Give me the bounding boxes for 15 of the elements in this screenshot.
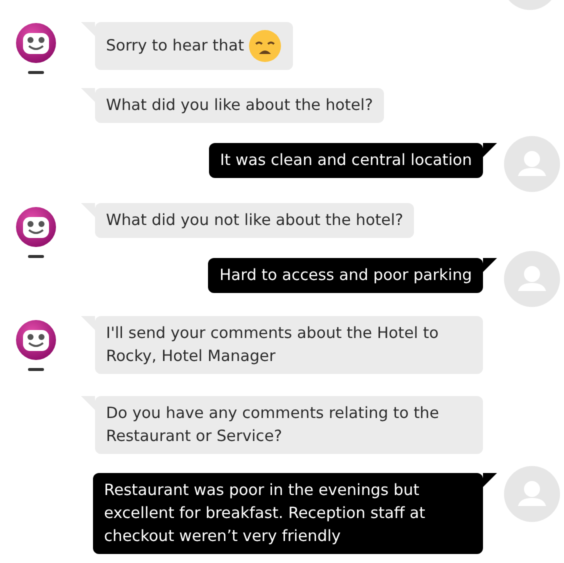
bot-message: What did you like about the hotel? [95, 88, 384, 123]
bot-message: Sorry to hear that [95, 22, 294, 70]
bot-message: I'll send your comments about the Hotel to Rocky, Hotel Manager [95, 316, 483, 374]
bot-message: What did you not like about the hotel? [95, 203, 414, 238]
user-message: It was clean and central location [208, 143, 483, 178]
user-message: Hard to access and poor parking [208, 258, 483, 293]
bubble-tail [483, 473, 497, 487]
bubble-tail [483, 143, 497, 157]
user-avatar-icon [504, 466, 560, 522]
bubble-tail [483, 258, 497, 272]
bot-message: Do you have any comments relating to the Restaurant or Service? [95, 396, 483, 454]
user-message: Restaurant was poor in the evenings but excellent for breakfast. Reception staff at checkout weren’t very friendly [93, 473, 483, 554]
user-avatar-icon [504, 251, 560, 307]
user-avatar-icon [504, 136, 560, 192]
sad-face-icon [248, 29, 282, 63]
